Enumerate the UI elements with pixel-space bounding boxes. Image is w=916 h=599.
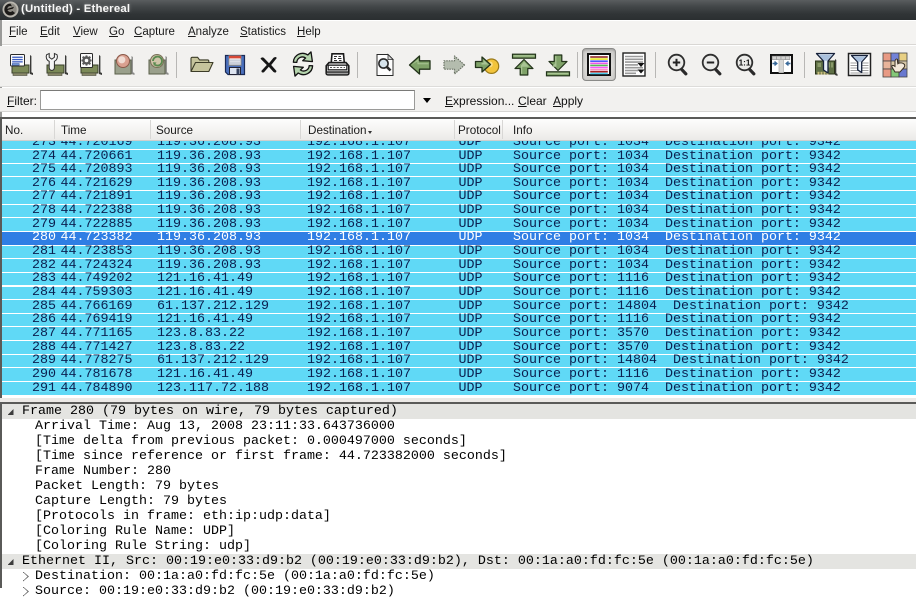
svg-text:1:1: 1:1 xyxy=(739,58,751,67)
